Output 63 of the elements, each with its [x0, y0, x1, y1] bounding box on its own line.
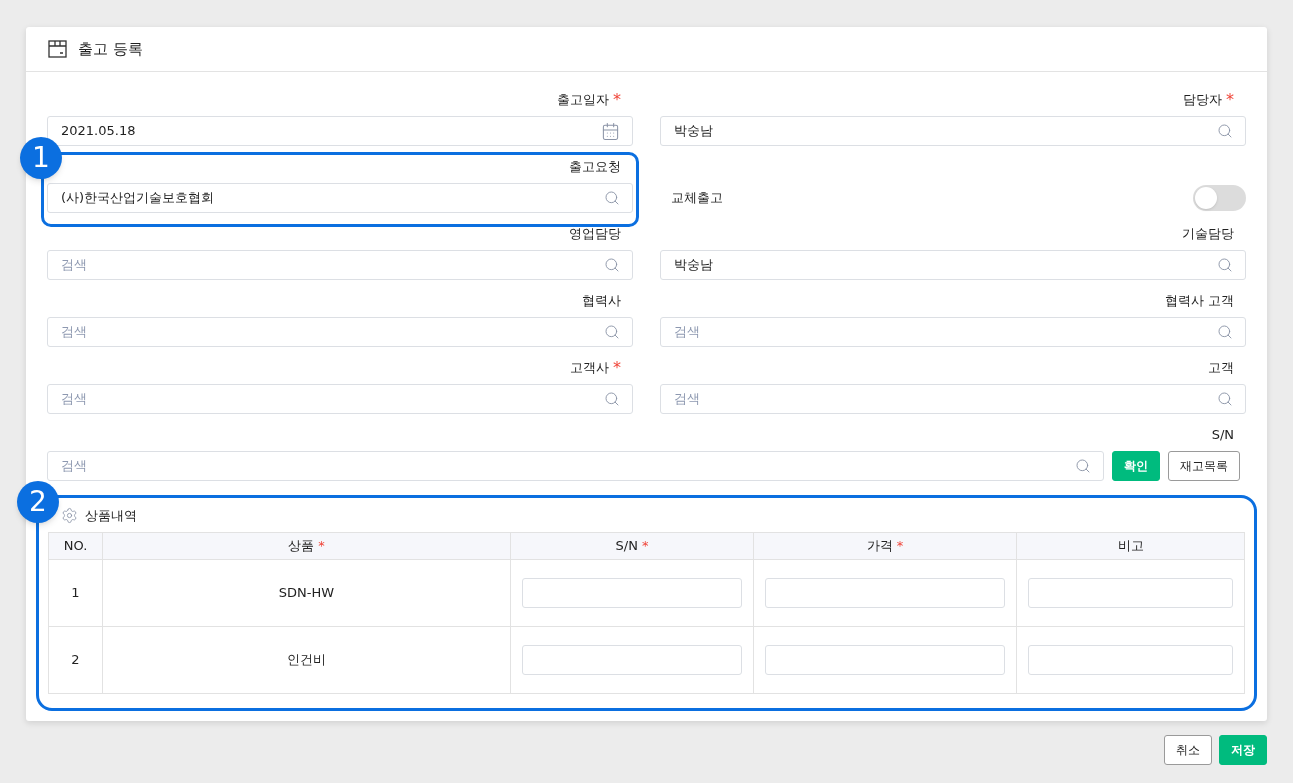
field-label: 고객사 — [570, 359, 609, 378]
field-label: 출고요청 — [569, 158, 621, 177]
toggle-label: 교체출고 — [671, 189, 723, 208]
input-field[interactable]: 박숭남 — [660, 250, 1246, 280]
field-label: 고객 — [1208, 359, 1234, 378]
action-button[interactable]: 재고목록 — [1168, 451, 1240, 481]
search-icon[interactable] — [604, 391, 620, 407]
action-button[interactable]: 저장 — [1219, 734, 1267, 765]
input-field[interactable]: 검색 — [47, 317, 633, 347]
field-label: 담당자 — [1183, 91, 1222, 110]
input-field[interactable]: 검색 — [47, 451, 1104, 481]
input-field[interactable]: 2021.05.18 — [47, 116, 633, 146]
field-label: 영업담당 — [569, 225, 621, 244]
required-mark: * — [896, 537, 904, 553]
required-mark: * — [318, 537, 325, 553]
required-mark: * — [613, 357, 621, 379]
required-mark: * — [613, 89, 621, 111]
search-icon[interactable] — [604, 257, 620, 273]
row-number: 1 — [71, 584, 80, 600]
product-name: SDN-HW — [278, 584, 335, 600]
column-header: 가격 — [866, 537, 893, 553]
search-icon[interactable] — [604, 190, 620, 206]
field-label: 협력사 — [582, 292, 621, 311]
field-label: 협력사 고객 — [1164, 292, 1234, 311]
row-number: 2 — [71, 651, 80, 667]
toggle-switch[interactable] — [1193, 185, 1246, 211]
search-icon[interactable] — [604, 324, 620, 340]
action-button[interactable]: 확인 — [1112, 451, 1160, 481]
box-icon — [48, 40, 67, 58]
field-label: S/N — [1211, 426, 1234, 445]
required-mark: * — [641, 537, 649, 553]
input-field[interactable] — [1028, 644, 1233, 675]
column-header: 비고 — [1117, 537, 1144, 553]
column-header: S/N — [615, 537, 638, 553]
callout-number: 2 — [17, 481, 59, 523]
input-field[interactable] — [765, 577, 1005, 608]
input-field[interactable] — [522, 644, 742, 675]
required-mark: * — [1226, 89, 1234, 111]
field-label: 기술담당 — [1182, 225, 1234, 244]
product-name: 인건비 — [287, 651, 326, 667]
field-label: 출고일자 — [557, 91, 609, 110]
input-field[interactable]: 검색 — [660, 317, 1246, 347]
input-field[interactable] — [1028, 577, 1233, 608]
input-field[interactable] — [522, 577, 742, 608]
calendar-icon[interactable] — [601, 121, 620, 141]
input-field[interactable]: (사)한국산업기술보호협회 — [47, 183, 633, 213]
column-header: NO. — [63, 537, 88, 553]
action-button[interactable]: 취소 — [1164, 734, 1212, 765]
input-field[interactable]: 박숭남 — [660, 116, 1246, 146]
input-field[interactable]: 검색 — [660, 384, 1246, 414]
search-icon[interactable] — [1217, 123, 1233, 139]
input-field[interactable] — [765, 644, 1005, 675]
section-title: 상품내역 — [85, 507, 137, 525]
search-icon[interactable] — [1217, 257, 1233, 273]
search-icon[interactable] — [1217, 324, 1233, 340]
page-title: 출고 등록 — [78, 38, 143, 60]
input-field[interactable]: 검색 — [47, 384, 633, 414]
input-field[interactable]: 검색 — [47, 250, 633, 280]
callout-number: 1 — [20, 137, 62, 179]
gear-icon — [61, 507, 78, 525]
search-icon[interactable] — [1075, 458, 1091, 474]
search-icon[interactable] — [1217, 391, 1233, 407]
column-header: 상품 — [288, 537, 315, 553]
